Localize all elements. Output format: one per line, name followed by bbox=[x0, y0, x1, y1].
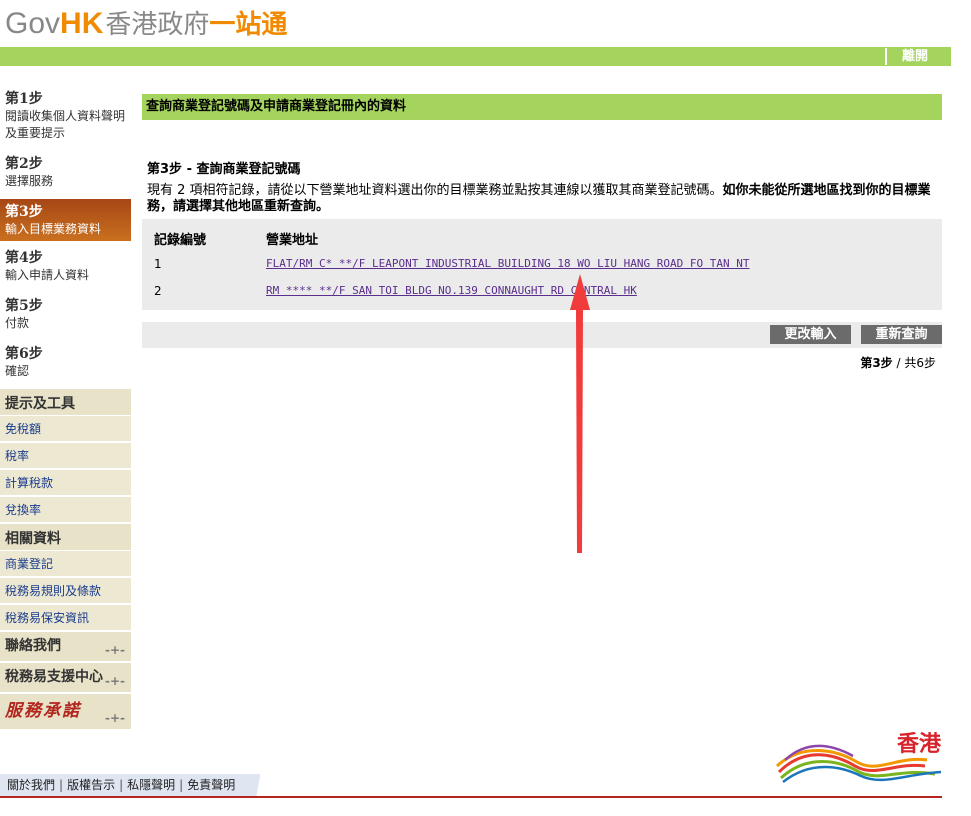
tip-calc-tax-link[interactable]: 計算稅款 bbox=[0, 470, 131, 497]
instruction-text: 現有 2 項相符記錄，請從以下營業地址資料選出你的目標業務並點按其連線以獲取其商… bbox=[142, 183, 942, 215]
related-br-link[interactable]: 商業登記 bbox=[0, 551, 131, 578]
related-security-link[interactable]: 稅務易保安資訊 bbox=[0, 605, 131, 632]
brand-hong-kong-logo: 香港 bbox=[775, 726, 945, 786]
support-centre-label: 稅務易支援中心 bbox=[5, 669, 103, 685]
red-arrow-annotation bbox=[570, 274, 590, 553]
change-input-button[interactable]: 更改輸入 bbox=[770, 325, 851, 344]
related-heading: 相關資料 bbox=[0, 524, 131, 551]
step-desc: 閱讀收集個人資料聲明及重要提示 bbox=[5, 109, 126, 140]
col-record-no-header: 記錄編號 bbox=[154, 233, 207, 248]
main-content: 查詢商業登記號碼及申請商業登記冊內的資料 第3步 - 查詢商業登記號碼 現有 2… bbox=[142, 94, 942, 371]
step-desc: 輸入申請人資料 bbox=[5, 268, 90, 282]
tip-allowance-link[interactable]: 免稅額 bbox=[0, 416, 131, 443]
step-desc: 輸入目標業務資料 bbox=[5, 222, 102, 236]
logo-zh2: 一站通 bbox=[209, 10, 288, 40]
step-pager: 第3步 / 共6步 bbox=[142, 354, 942, 371]
sidebar-step-1: 第1步 閱讀收集個人資料聲明及重要提示 bbox=[0, 86, 131, 145]
logo-hk: HK bbox=[60, 7, 104, 40]
govhk-logo[interactable]: Gov HK 香港政府 一站通 bbox=[5, 4, 288, 40]
records-table: 記錄編號 營業地址 1 FLAT/RM C* **/F LEAPONT INDU… bbox=[142, 219, 942, 310]
contact-us-label: 聯絡我們 bbox=[5, 638, 61, 654]
step-desc: 選擇服務 bbox=[5, 174, 54, 188]
search-again-button[interactable]: 重新查詢 bbox=[861, 325, 942, 344]
tip-exchange-rate-link[interactable]: 兌換率 bbox=[0, 497, 131, 524]
step-title: 第1步 bbox=[5, 91, 43, 107]
sidebar-step-4: 第4步 輸入申請人資料 bbox=[0, 245, 131, 287]
footer-disclaimer-link[interactable]: 免責聲明 bbox=[187, 778, 235, 792]
record-no: 1 bbox=[154, 257, 162, 271]
footer-privacy-link[interactable]: 私隱聲明 bbox=[127, 778, 175, 792]
sidebar-step-3-active: 第3步 輸入目標業務資料 bbox=[0, 199, 131, 241]
instruction-plain: 現有 2 項相符記錄，請從以下營業地址資料選出你的目標業務並點按其連線以獲取其商… bbox=[147, 183, 723, 198]
logo-gov: Gov bbox=[5, 7, 61, 40]
sidebar-step-2: 第2步 選擇服務 bbox=[0, 151, 131, 193]
dragon-icon bbox=[775, 744, 942, 783]
step-title: 第3步 bbox=[5, 204, 43, 220]
step-heading: 第3步 - 查詢商業登記號碼 bbox=[147, 162, 301, 177]
step-title: 第6步 bbox=[5, 346, 43, 362]
leave-button[interactable]: 離開 bbox=[885, 48, 943, 65]
step-title: 第2步 bbox=[5, 156, 43, 172]
sidebar-step-6: 第6步 確認 bbox=[0, 341, 131, 383]
footer-red-line bbox=[0, 796, 942, 798]
expand-plus-icon: -+- bbox=[104, 643, 125, 657]
footer-about-link[interactable]: 關於我們 bbox=[7, 778, 55, 792]
expand-plus-icon: -+- bbox=[104, 711, 125, 725]
footer-copyright-link[interactable]: 版權告示 bbox=[67, 778, 115, 792]
footer-links: 關於我們 | 版權告示 | 私隱聲明 | 免責聲明 bbox=[0, 774, 292, 796]
sidebar-step-5: 第5步 付款 bbox=[0, 293, 131, 335]
header-green-bar: 離開 bbox=[0, 47, 951, 66]
logo-zh1: 香港政府 bbox=[105, 10, 210, 40]
step-desc: 確認 bbox=[5, 364, 30, 378]
tips-heading: 提示及工具 bbox=[0, 389, 131, 416]
step-title: 第4步 bbox=[5, 250, 43, 266]
step-desc: 付款 bbox=[5, 316, 30, 330]
record-no: 2 bbox=[154, 284, 162, 298]
pager-current: 第3步 bbox=[860, 356, 893, 370]
button-bar: 更改輸入 重新查詢 bbox=[142, 322, 942, 348]
page-title: 查詢商業登記號碼及申請商業登記冊內的資料 bbox=[142, 94, 942, 120]
related-terms-link[interactable]: 稅務易規則及條款 bbox=[0, 578, 131, 605]
col-address-header: 營業地址 bbox=[266, 233, 319, 248]
step-title: 第5步 bbox=[5, 298, 43, 314]
sidebar: 第1步 閱讀收集個人資料聲明及重要提示 第2步 選擇服務 第3步 輸入目標業務資… bbox=[0, 86, 131, 730]
contact-us-item[interactable]: 聯絡我們 -+- bbox=[0, 632, 131, 662]
pager-total: / 共6步 bbox=[896, 356, 937, 370]
expand-plus-icon: -+- bbox=[104, 674, 125, 688]
service-pledge-item[interactable]: 服務承諾 -+- bbox=[0, 693, 131, 730]
tip-tax-rate-link[interactable]: 稅率 bbox=[0, 443, 131, 470]
support-centre-item[interactable]: 稅務易支援中心 -+- bbox=[0, 662, 131, 693]
record-address-link[interactable]: FLAT/RM C* **/F LEAPONT INDUSTRIAL BUILD… bbox=[266, 257, 749, 270]
service-pledge-label: 服務承諾 bbox=[5, 701, 81, 721]
